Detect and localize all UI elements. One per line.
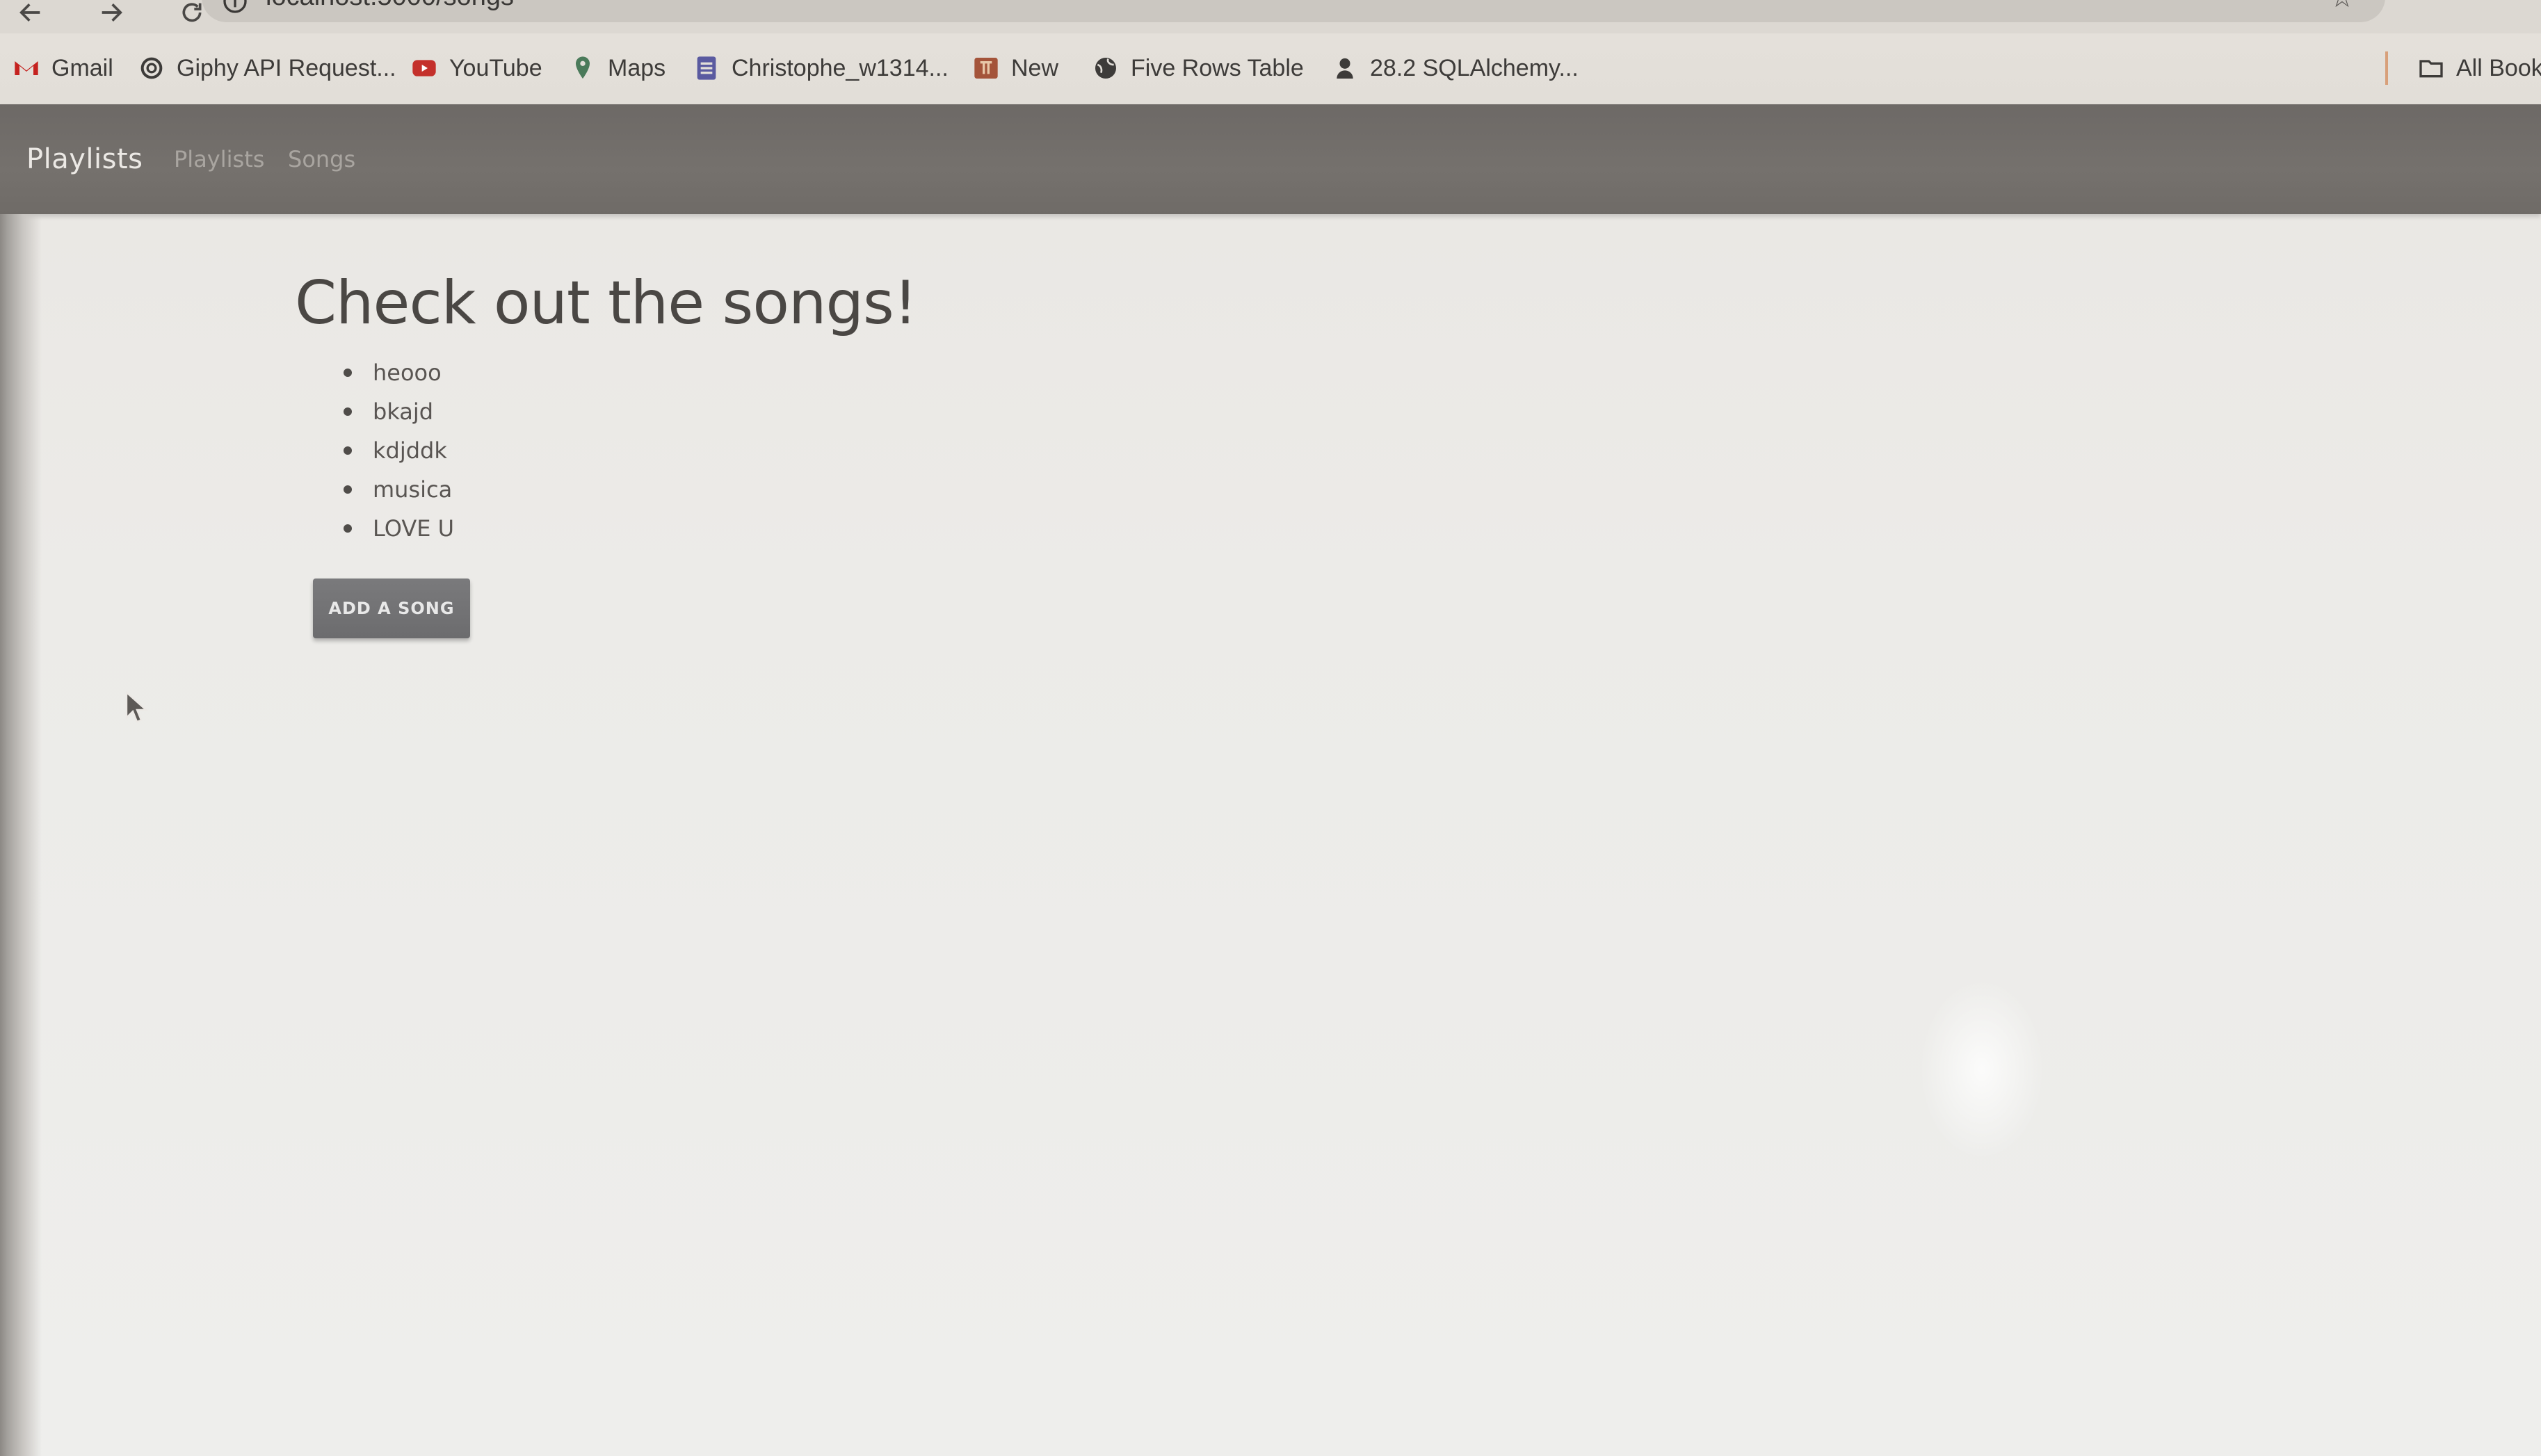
bookmarks-bar: Gmail Giphy API Request... YouTube Maps … (0, 33, 2541, 106)
address-bar[interactable]: localhost:5000/songs ☆ (202, 0, 2385, 22)
gmail-icon (13, 54, 40, 82)
song-item: kdjddk (341, 431, 454, 470)
bookmark-label: New (1011, 54, 1059, 81)
site-info-icon[interactable] (221, 0, 249, 15)
mouse-cursor-icon (125, 691, 149, 723)
bullet (344, 524, 352, 533)
person-icon (1331, 54, 1359, 82)
bookmark-gmail[interactable]: Gmail (13, 50, 113, 86)
bookmark-label: Giphy API Request... (177, 54, 396, 81)
bookmark-label: Gmail (51, 54, 113, 81)
openai-icon (138, 54, 166, 82)
document-icon (693, 54, 720, 82)
browser-nav-buttons (10, 0, 213, 33)
page-title: Check out the songs! (295, 268, 917, 338)
folder-icon (2417, 54, 2445, 82)
navbar-brand[interactable]: Playlists (26, 143, 143, 175)
bookmark-christophe[interactable]: Christophe_w1314... (693, 50, 949, 86)
bullet (344, 485, 352, 494)
bookmark-giphy-api[interactable]: Giphy API Request... (138, 50, 396, 86)
bookmark-five-rows[interactable]: Five Rows Table (1092, 50, 1304, 86)
bookmark-label: 28.2 SQLAlchemy... (1370, 54, 1579, 81)
songs-list: heooo bkajd kdjddk musica LOVE U (341, 353, 454, 548)
song-title: kdjddk (373, 437, 447, 464)
bookmark-star-icon[interactable]: ☆ (2330, 0, 2357, 14)
bookmark-label: Five Rows Table (1131, 54, 1304, 81)
song-item: LOVE U (341, 509, 454, 548)
song-item: heooo (341, 353, 454, 392)
app-navbar: Playlists Playlists Songs (0, 104, 2541, 214)
monitor-bezel (0, 214, 42, 1456)
bookmark-sqlalchemy[interactable]: 28.2 SQLAlchemy... (1331, 50, 1579, 86)
song-title: heooo (373, 359, 442, 386)
song-item: musica (341, 470, 454, 509)
nav-link-playlists[interactable]: Playlists (174, 146, 264, 172)
forward-arrow-icon[interactable] (90, 0, 132, 33)
bullet (344, 446, 352, 455)
bookmark-label: Christophe_w1314... (732, 54, 949, 81)
back-arrow-icon[interactable] (10, 0, 51, 33)
main-content: Check out the songs! heooo bkajd kdjddk … (0, 214, 2541, 1456)
bookmark-new[interactable]: New (972, 50, 1058, 86)
song-item: bkajd (341, 392, 454, 431)
song-title: bkajd (373, 398, 434, 425)
bookmarks-divider (2385, 51, 2388, 85)
screen: localhost:5000/songs ☆ Gmail Giphy API R… (0, 0, 2541, 1456)
song-title: musica (373, 476, 453, 503)
address-url: localhost:5000/songs (266, 0, 514, 12)
bookmark-label: Maps (608, 54, 666, 81)
bookmark-all-bookmarks[interactable]: All Bookmarks (2417, 50, 2541, 86)
bookmark-label: All Bookmarks (2456, 54, 2541, 81)
screen-glare (1919, 979, 2044, 1160)
bookmark-label: YouTube (449, 54, 542, 81)
bullet (344, 407, 352, 416)
globe-icon (1092, 54, 1120, 82)
bookmark-maps[interactable]: Maps (569, 50, 666, 86)
song-title: LOVE U (373, 515, 455, 542)
new-icon (972, 54, 1000, 82)
nav-link-songs[interactable]: Songs (288, 146, 355, 172)
bookmark-youtube[interactable]: YouTube (410, 50, 542, 86)
maps-pin-icon (569, 54, 597, 82)
add-song-button[interactable]: ADD A SONG (313, 579, 470, 638)
youtube-icon (410, 54, 438, 82)
bullet (344, 369, 352, 377)
browser-toolbar: localhost:5000/songs ☆ (0, 0, 2541, 33)
